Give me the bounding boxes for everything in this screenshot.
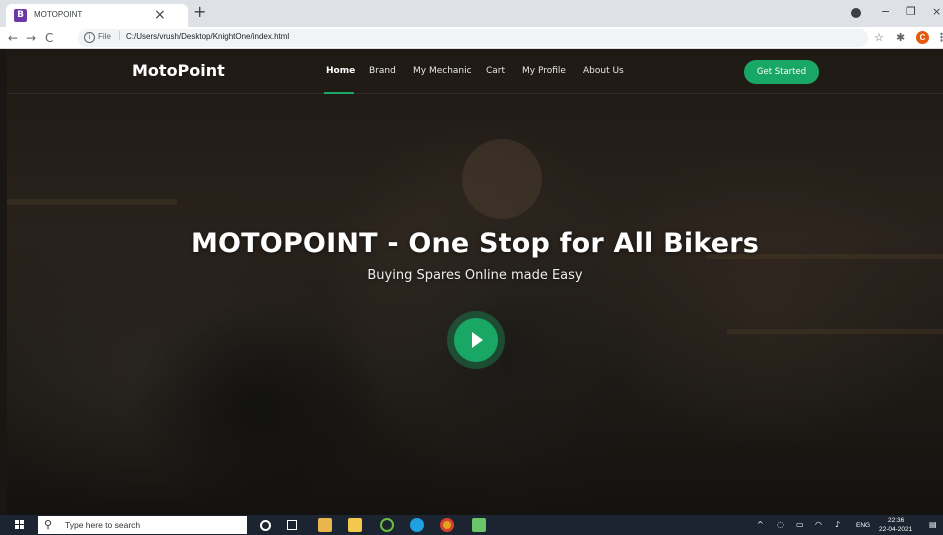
restore-icon[interactable]: ❐: [906, 4, 916, 20]
puzzle-icon[interactable]: ✱: [896, 30, 905, 46]
notepad-icon[interactable]: [472, 518, 486, 532]
play-icon: [472, 332, 483, 348]
search-icon: ⚲: [44, 518, 53, 531]
nav-active-indicator: [324, 92, 354, 94]
taskbar-search-input[interactable]: ⚲ Type here to search: [38, 516, 247, 534]
search-placeholder: Type here to search: [65, 520, 141, 530]
browser-toolbar: ← → C i File | C:/Users/vrush/Desktop/Kn…: [0, 27, 943, 49]
tab-close-icon[interactable]: ×: [154, 6, 166, 24]
play-video-button[interactable]: [454, 318, 498, 362]
nav-cart[interactable]: Cart: [486, 66, 505, 76]
nav-my-profile[interactable]: My Profile: [522, 66, 566, 76]
menu-icon[interactable]: ⋮: [936, 30, 943, 46]
minimize-icon[interactable]: −: [881, 4, 890, 20]
address-bar[interactable]: i File | C:/Users/vrush/Desktop/KnightOn…: [78, 29, 868, 47]
url-scheme: File: [98, 32, 111, 41]
hero-title: MOTOPOINT - One Stop for All Bikers: [190, 228, 760, 259]
reload-icon[interactable]: C: [45, 29, 53, 47]
profile-indicator-icon[interactable]: [851, 8, 861, 18]
wifi-icon[interactable]: ◠: [815, 519, 822, 531]
new-tab-icon[interactable]: +: [193, 2, 206, 22]
avatar[interactable]: C: [916, 31, 929, 44]
volume-icon[interactable]: ♪: [835, 519, 840, 531]
info-icon[interactable]: i: [84, 32, 95, 43]
store-icon[interactable]: [348, 518, 362, 532]
clock-date[interactable]: 22-04-2021: [879, 526, 912, 533]
nav-my-mechanic[interactable]: My Mechanic: [413, 66, 472, 76]
nav-about-us[interactable]: About Us: [583, 66, 624, 76]
get-started-button[interactable]: Get Started: [744, 60, 819, 84]
tab-favicon-icon: B: [14, 9, 27, 22]
forward-icon[interactable]: →: [26, 29, 36, 47]
battery-icon[interactable]: ▭: [796, 519, 804, 531]
chevron-up-icon[interactable]: ^: [757, 519, 764, 531]
nav-brand[interactable]: Brand: [369, 66, 396, 76]
language-indicator[interactable]: ENG: [856, 522, 870, 529]
nav-home[interactable]: Home: [326, 66, 355, 76]
notification-icon[interactable]: ▤: [929, 519, 937, 531]
window-close-icon[interactable]: ×: [932, 4, 941, 20]
upwork-icon[interactable]: [380, 518, 394, 532]
windows-taskbar: ⚲ Type here to search ^ ◌ ▭ ◠ ♪ ENG 22:3…: [0, 515, 943, 535]
edge-icon[interactable]: [410, 518, 424, 532]
page-viewport: MotoPoint Home Brand My Mechanic Cart My…: [7, 49, 943, 515]
cortana-icon[interactable]: [260, 520, 271, 531]
browser-tab[interactable]: B MOTOPOINT ×: [6, 4, 188, 27]
back-icon[interactable]: ←: [8, 29, 18, 47]
url-text[interactable]: C:/Users/vrush/Desktop/KnightOne/index.h…: [126, 32, 289, 41]
star-icon[interactable]: ☆: [874, 30, 884, 46]
meet-now-icon[interactable]: ◌: [777, 519, 784, 531]
chrome-icon[interactable]: [440, 518, 454, 532]
browser-tabstrip: B MOTOPOINT × + − ❐ ×: [0, 0, 943, 27]
windows-start-icon[interactable]: [15, 520, 25, 530]
file-explorer-icon[interactable]: [318, 518, 332, 532]
task-view-icon[interactable]: [287, 520, 297, 530]
site-navbar: MotoPoint Home Brand My Mechanic Cart My…: [7, 49, 943, 94]
tab-title: MOTOPOINT: [34, 10, 83, 19]
site-logo[interactable]: MotoPoint: [132, 61, 225, 80]
url-separator: |: [118, 31, 122, 41]
clock-time[interactable]: 22:36: [888, 517, 904, 524]
hero-subtitle: Buying Spares Online made Easy: [367, 268, 583, 283]
